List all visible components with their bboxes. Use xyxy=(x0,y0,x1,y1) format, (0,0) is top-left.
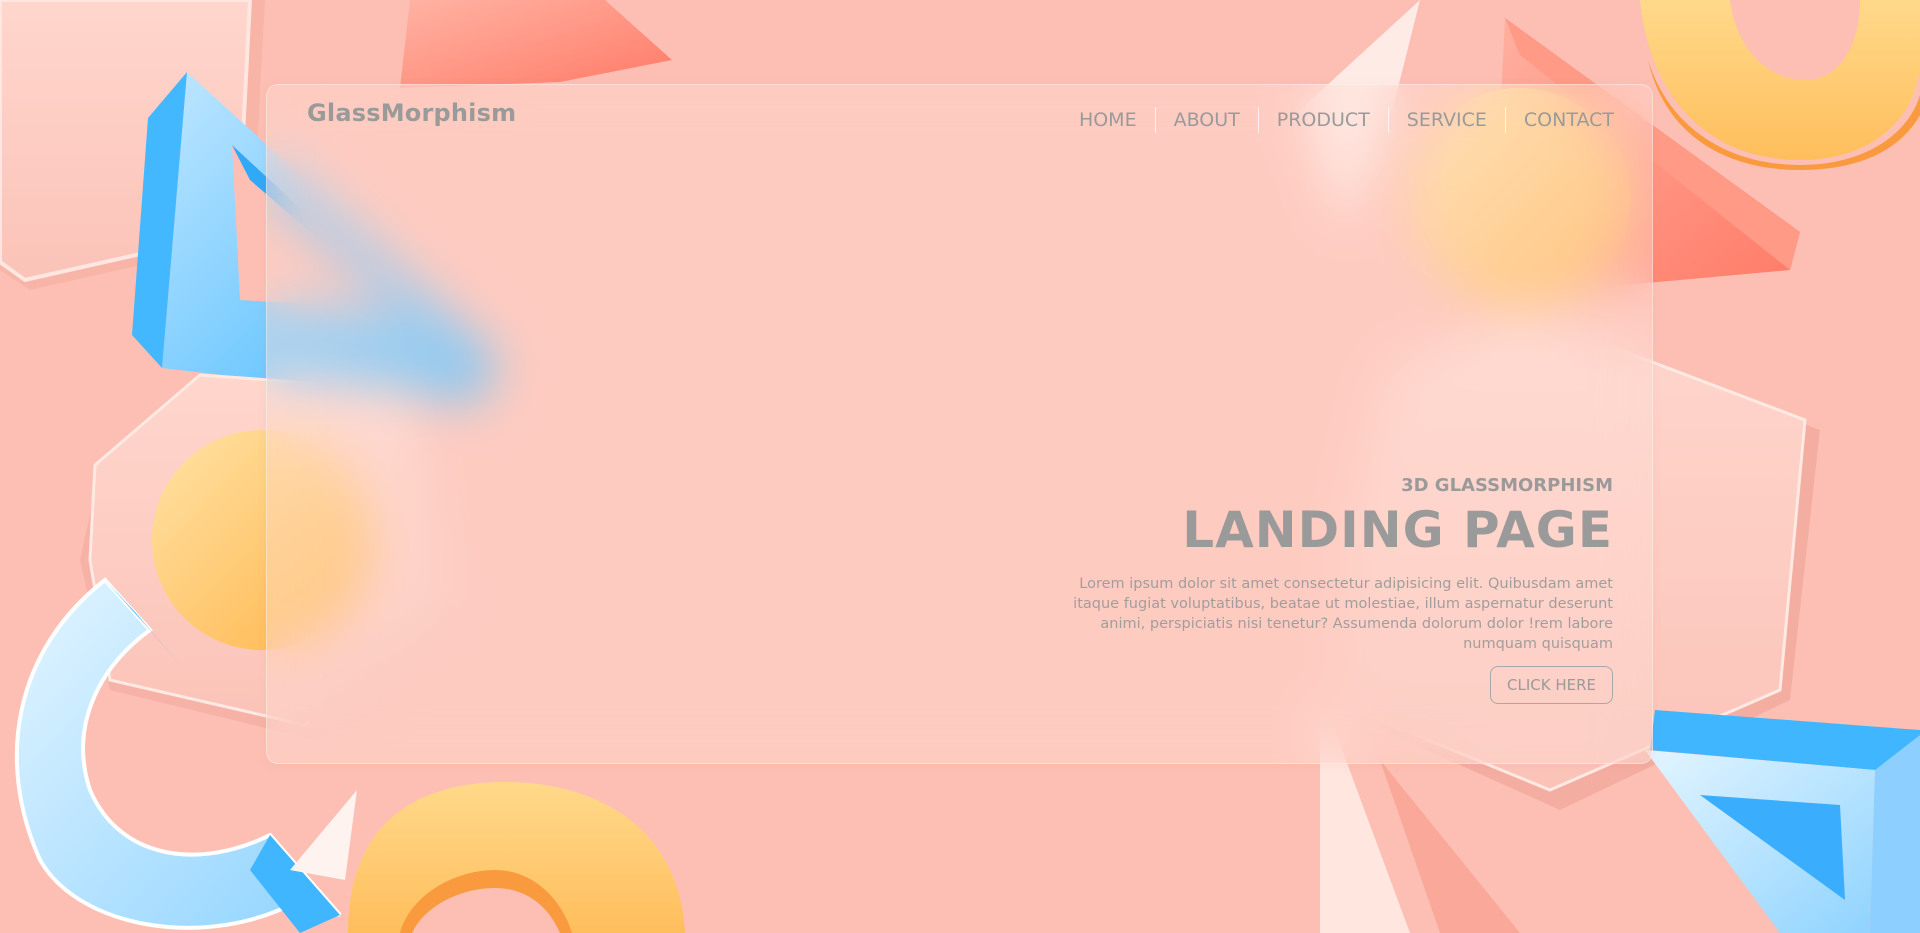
brand-logo[interactable]: GlassMorphism xyxy=(307,99,516,127)
nav-item-contact[interactable]: CONTACT xyxy=(1504,107,1614,133)
cone-shape xyxy=(1380,760,1520,933)
click-here-button[interactable]: CLICK HERE xyxy=(1490,666,1613,704)
hero-title: LANDING PAGE xyxy=(1182,501,1613,559)
torus-shape xyxy=(1640,0,1920,160)
glass-card: GlassMorphism HOME ABOUT PRODUCT SERVICE… xyxy=(266,84,1653,764)
nav-item-service[interactable]: SERVICE xyxy=(1387,107,1505,133)
hero-section: 3D GLASSMORPHISM LANDING PAGE Lorem ipsu… xyxy=(1053,475,1613,704)
main-nav: HOME ABOUT PRODUCT SERVICE CONTACT xyxy=(1061,107,1614,133)
nav-item-product[interactable]: PRODUCT xyxy=(1257,107,1388,133)
pyramid-shape xyxy=(400,0,672,88)
nav-item-about[interactable]: ABOUT xyxy=(1154,107,1258,133)
nav-item-home[interactable]: HOME xyxy=(1061,107,1155,133)
hero-kicker: 3D GLASSMORPHISM xyxy=(1401,475,1613,496)
cone-shape xyxy=(290,790,357,880)
hero-description: Lorem ipsum dolor sit amet consectetur a… xyxy=(1073,576,1613,652)
